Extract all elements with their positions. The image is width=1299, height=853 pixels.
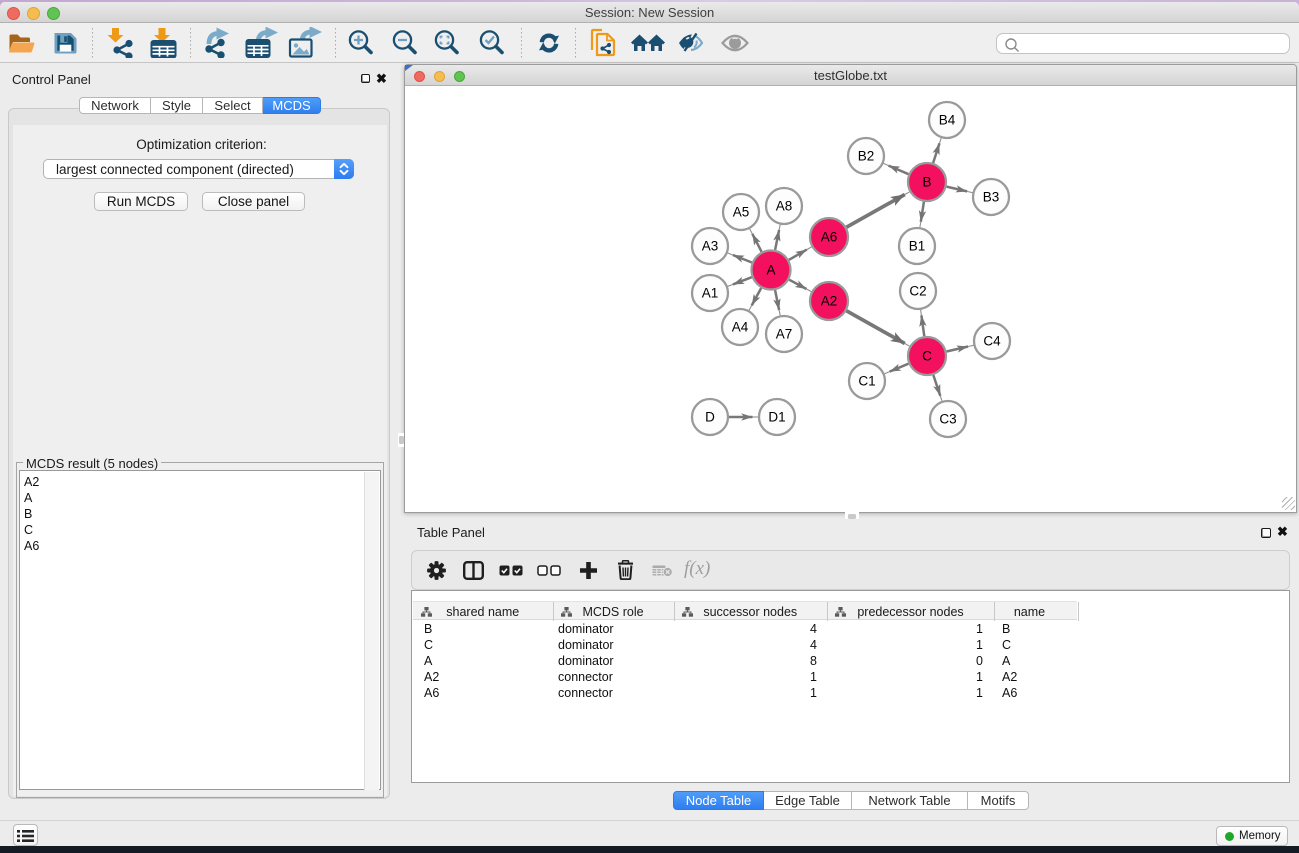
svg-text:A1: A1 <box>702 286 719 301</box>
svg-text:C1: C1 <box>858 374 875 389</box>
svg-text:A6: A6 <box>821 230 838 245</box>
svg-text:D: D <box>705 410 715 425</box>
svg-text:C: C <box>922 349 932 364</box>
svg-text:D1: D1 <box>768 410 785 425</box>
svg-text:A4: A4 <box>732 320 749 335</box>
svg-text:A: A <box>766 263 775 278</box>
svg-text:C3: C3 <box>939 412 956 427</box>
svg-text:A7: A7 <box>776 327 793 342</box>
svg-text:B: B <box>922 175 931 190</box>
svg-text:B2: B2 <box>858 149 875 164</box>
svg-text:B3: B3 <box>983 190 1000 205</box>
svg-text:A5: A5 <box>733 205 750 220</box>
svg-text:A3: A3 <box>702 239 719 254</box>
svg-text:C2: C2 <box>909 284 926 299</box>
svg-text:A8: A8 <box>776 199 793 214</box>
svg-text:C4: C4 <box>983 334 1001 349</box>
svg-text:B4: B4 <box>939 113 956 128</box>
svg-text:A2: A2 <box>821 294 838 309</box>
svg-text:B1: B1 <box>909 239 926 254</box>
